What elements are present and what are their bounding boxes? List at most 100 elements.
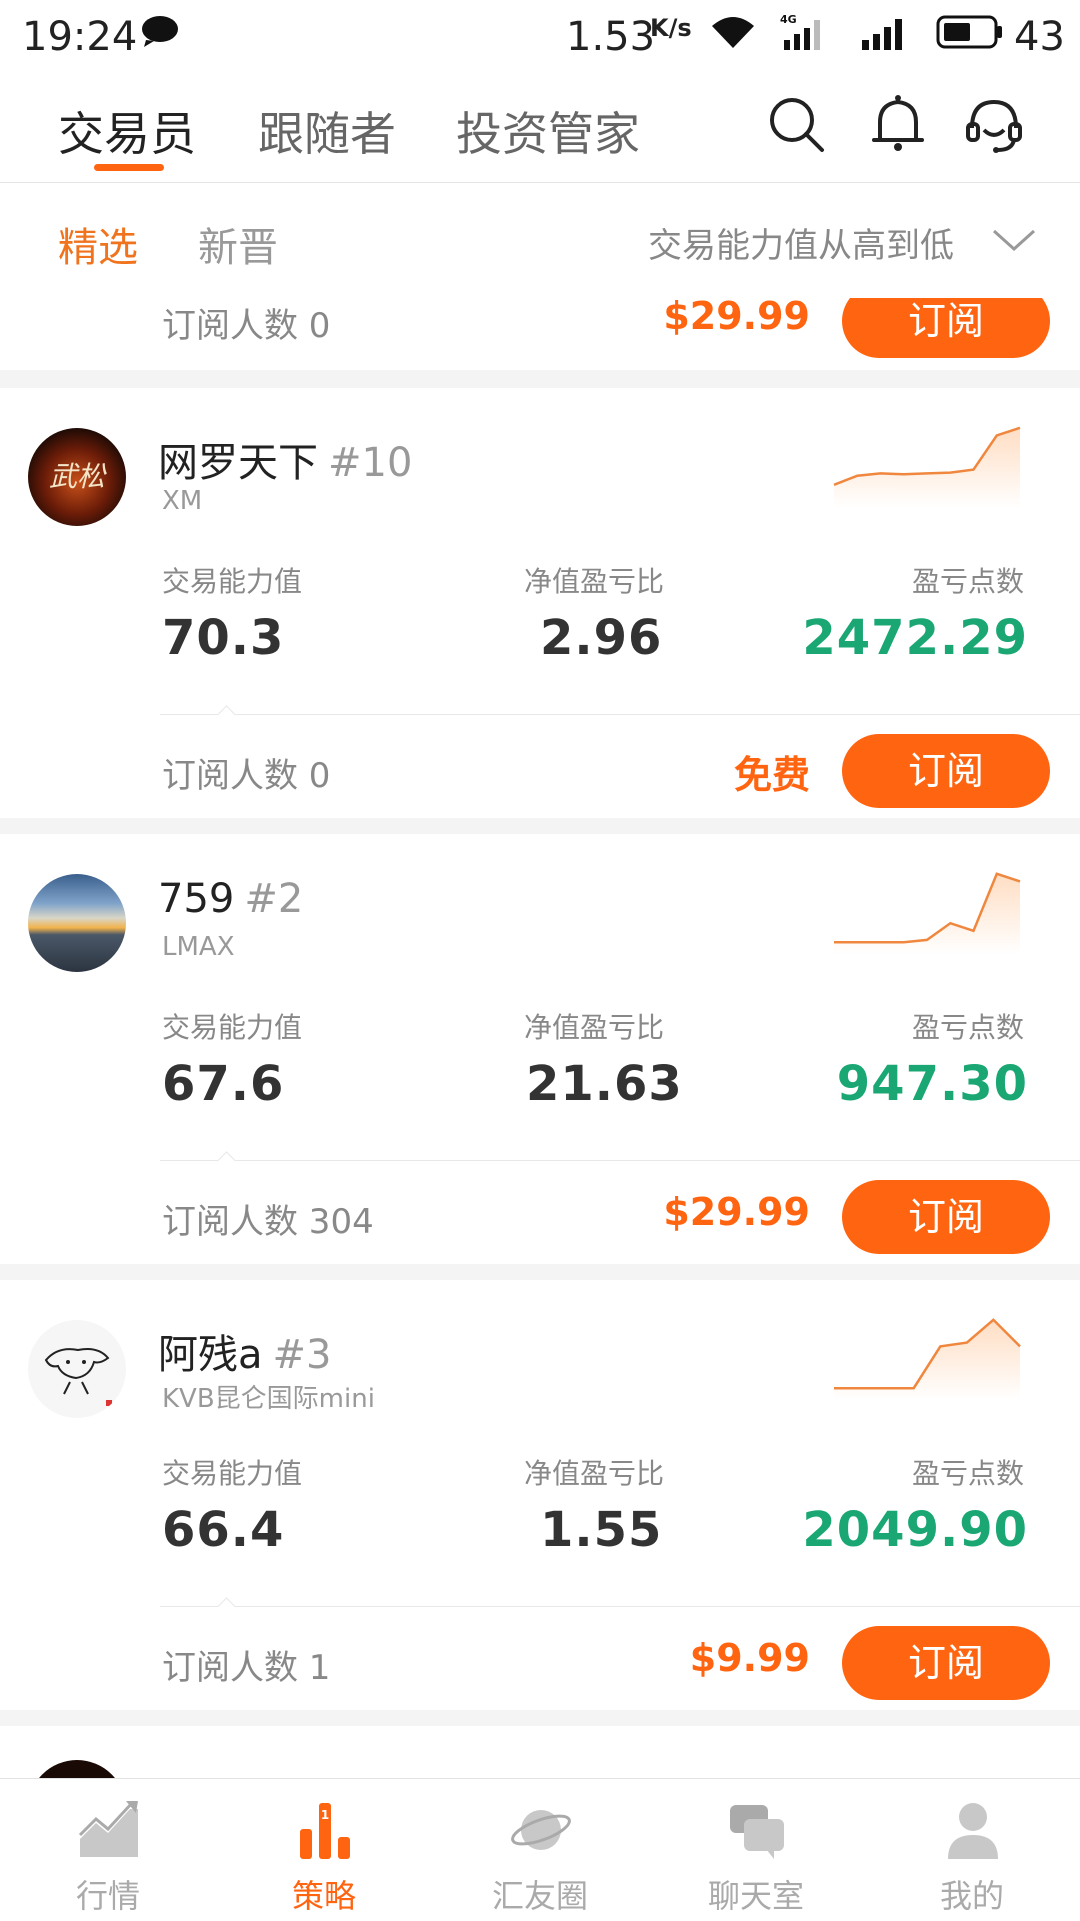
nav-label: 汇友圈 bbox=[491, 1877, 588, 1915]
nav-chatroom[interactable]: 聊天室 bbox=[648, 1779, 864, 1921]
sparkline-area bbox=[834, 427, 1020, 508]
trader-rank: #2 bbox=[244, 876, 304, 922]
ability-value: 70.3 bbox=[162, 610, 285, 666]
price: $29.99 bbox=[663, 298, 810, 338]
trader-card[interactable]: 阿残a #3 KVB昆仑国际mini 交易能力值 净值盈亏比 盈亏点数 66.4 … bbox=[0, 1280, 1080, 1710]
avatar[interactable] bbox=[28, 874, 126, 972]
tab-investment-manager[interactable]: 投资管家 bbox=[456, 98, 640, 164]
divider-notch bbox=[217, 1597, 236, 1616]
ratio-label: 净值盈亏比 bbox=[524, 1011, 665, 1044]
ability-label: 交易能力值 bbox=[162, 1457, 303, 1490]
bell-icon[interactable] bbox=[866, 92, 930, 156]
wifi-icon bbox=[712, 17, 754, 48]
price: 免费 bbox=[733, 753, 810, 797]
points-value: 2049.90 bbox=[802, 1502, 1028, 1558]
network-speed: 1.53 bbox=[566, 14, 656, 60]
status-bar: 19:24 1.53 K/s 4G 43 bbox=[0, 0, 1080, 72]
avatar[interactable]: 武松 bbox=[28, 428, 126, 526]
planet-icon bbox=[511, 1810, 571, 1850]
person-icon bbox=[948, 1803, 998, 1859]
points-value: 2472.29 bbox=[802, 610, 1028, 666]
divider bbox=[160, 1606, 1080, 1607]
subscriber-count: 订阅人数 304 bbox=[162, 1202, 374, 1242]
trader-list: 订阅人数 0 $29.99 订阅 武松 网罗天下 #10 XM 交易能力值 净值盈… bbox=[0, 298, 1080, 1778]
trader-name-text: 网罗天下 bbox=[158, 440, 318, 486]
trader-card[interactable]: 武松 网罗天下 #10 XM 交易能力值 净值盈亏比 盈亏点数 70.3 2.96… bbox=[0, 388, 1080, 818]
tab-new[interactable]: 新晋 bbox=[198, 215, 278, 273]
subscriber-count: 订阅人数 0 bbox=[162, 306, 331, 346]
ratio-value: 1.55 bbox=[540, 1502, 663, 1558]
market-chart-icon bbox=[78, 1801, 138, 1857]
ability-value: 67.6 bbox=[162, 1056, 285, 1112]
tab-featured[interactable]: 精选 bbox=[58, 215, 138, 273]
signal-icon bbox=[862, 19, 902, 50]
points-label: 盈亏点数 bbox=[912, 1457, 1025, 1490]
customer-service-icon[interactable] bbox=[962, 92, 1026, 156]
ratio-label: 净值盈亏比 bbox=[524, 565, 665, 598]
trader-name: 网罗天下 #10 bbox=[158, 430, 412, 488]
subscribe-button[interactable]: 订阅 bbox=[842, 1180, 1050, 1254]
chevron-down-icon[interactable] bbox=[990, 225, 1038, 255]
trader-name-text: 759 bbox=[158, 876, 235, 922]
sparkline-chart bbox=[834, 872, 1021, 954]
search-icon[interactable] bbox=[764, 92, 828, 156]
subscribe-button[interactable]: 订阅 bbox=[842, 1626, 1050, 1700]
avatar-sketch bbox=[44, 1348, 112, 1406]
ratio-label: 净值盈亏比 bbox=[524, 1457, 665, 1490]
price: $29.99 bbox=[663, 1190, 810, 1234]
svg-text:武松: 武松 bbox=[49, 460, 107, 493]
ability-label: 交易能力值 bbox=[162, 1011, 303, 1044]
points-value: 947.30 bbox=[836, 1056, 1028, 1112]
subscriber-count: 订阅人数 1 bbox=[162, 1648, 331, 1688]
avatar-logo: 武松 bbox=[49, 460, 107, 493]
trader-name: 阿残a #3 bbox=[158, 1322, 331, 1380]
strategy-bars-icon: 1 bbox=[300, 1803, 350, 1859]
trader-rank: #10 bbox=[328, 440, 413, 486]
tab-traders[interactable]: 交易员 bbox=[58, 98, 196, 164]
chat-bubbles-icon bbox=[730, 1805, 784, 1859]
points-label: 盈亏点数 bbox=[912, 565, 1025, 598]
divider bbox=[160, 1160, 1080, 1161]
trader-rank: #3 bbox=[272, 1332, 332, 1378]
broker: LMAX bbox=[162, 932, 235, 962]
nav-market[interactable]: 行情 bbox=[0, 1779, 216, 1921]
nav-label: 策略 bbox=[291, 1877, 356, 1915]
svg-text:4G: 4G bbox=[780, 13, 797, 26]
price: $9.99 bbox=[689, 1636, 810, 1680]
subscribe-button[interactable]: 订阅 bbox=[842, 298, 1050, 358]
svg-text:1: 1 bbox=[321, 1808, 329, 1822]
ratio-value: 2.96 bbox=[540, 610, 663, 666]
status-time: 19:24 bbox=[22, 14, 138, 60]
nav-label: 聊天室 bbox=[707, 1877, 804, 1915]
battery-icon bbox=[936, 15, 1002, 49]
sort-label[interactable]: 交易能力值从高到低 bbox=[648, 218, 954, 267]
broker: KVB昆仑国际mini bbox=[162, 1384, 375, 1414]
avatar[interactable] bbox=[28, 1320, 126, 1418]
battery-level: 43 bbox=[1014, 14, 1065, 60]
sparkline-chart bbox=[833, 426, 1021, 508]
subscribe-button[interactable]: 订阅 bbox=[842, 734, 1050, 808]
trader-card[interactable]: 759 #2 LMAX 交易能力值 净值盈亏比 盈亏点数 67.6 21.63 9… bbox=[0, 834, 1080, 1264]
subscriber-count: 订阅人数 0 bbox=[162, 756, 331, 796]
nav-label: 我的 bbox=[939, 1877, 1004, 1915]
tab-followers[interactable]: 跟随者 bbox=[258, 98, 396, 164]
trader-card-partial[interactable] bbox=[0, 1726, 1080, 1778]
trader-name: 759 #2 bbox=[158, 876, 303, 922]
top-tab-bar: 交易员 跟随者 投资管家 bbox=[0, 72, 1080, 183]
divider bbox=[160, 714, 1080, 715]
avatar[interactable] bbox=[28, 1760, 126, 1778]
nav-community[interactable]: 汇友圈 bbox=[432, 1779, 648, 1921]
nav-strategy[interactable]: 1 策略 bbox=[216, 1779, 432, 1921]
network-speed-unit: K/s bbox=[650, 14, 692, 42]
ratio-value: 21.63 bbox=[526, 1056, 683, 1112]
trader-name-text: 阿残a bbox=[158, 1332, 263, 1378]
points-label: 盈亏点数 bbox=[912, 1011, 1025, 1044]
trader-card-partial: 订阅人数 0 $29.99 订阅 bbox=[0, 298, 1080, 370]
bottom-nav: 行情 1 策略 汇友圈 聊天室 我的 bbox=[0, 1778, 1080, 1921]
nav-label: 行情 bbox=[75, 1877, 140, 1915]
nav-profile[interactable]: 我的 bbox=[864, 1779, 1080, 1921]
ability-value: 66.4 bbox=[162, 1502, 285, 1558]
sparkline-chart bbox=[834, 1318, 1021, 1400]
broker: XM bbox=[162, 486, 203, 516]
sub-tab-bar: 精选 新晋 交易能力值从高到低 bbox=[0, 183, 1080, 299]
